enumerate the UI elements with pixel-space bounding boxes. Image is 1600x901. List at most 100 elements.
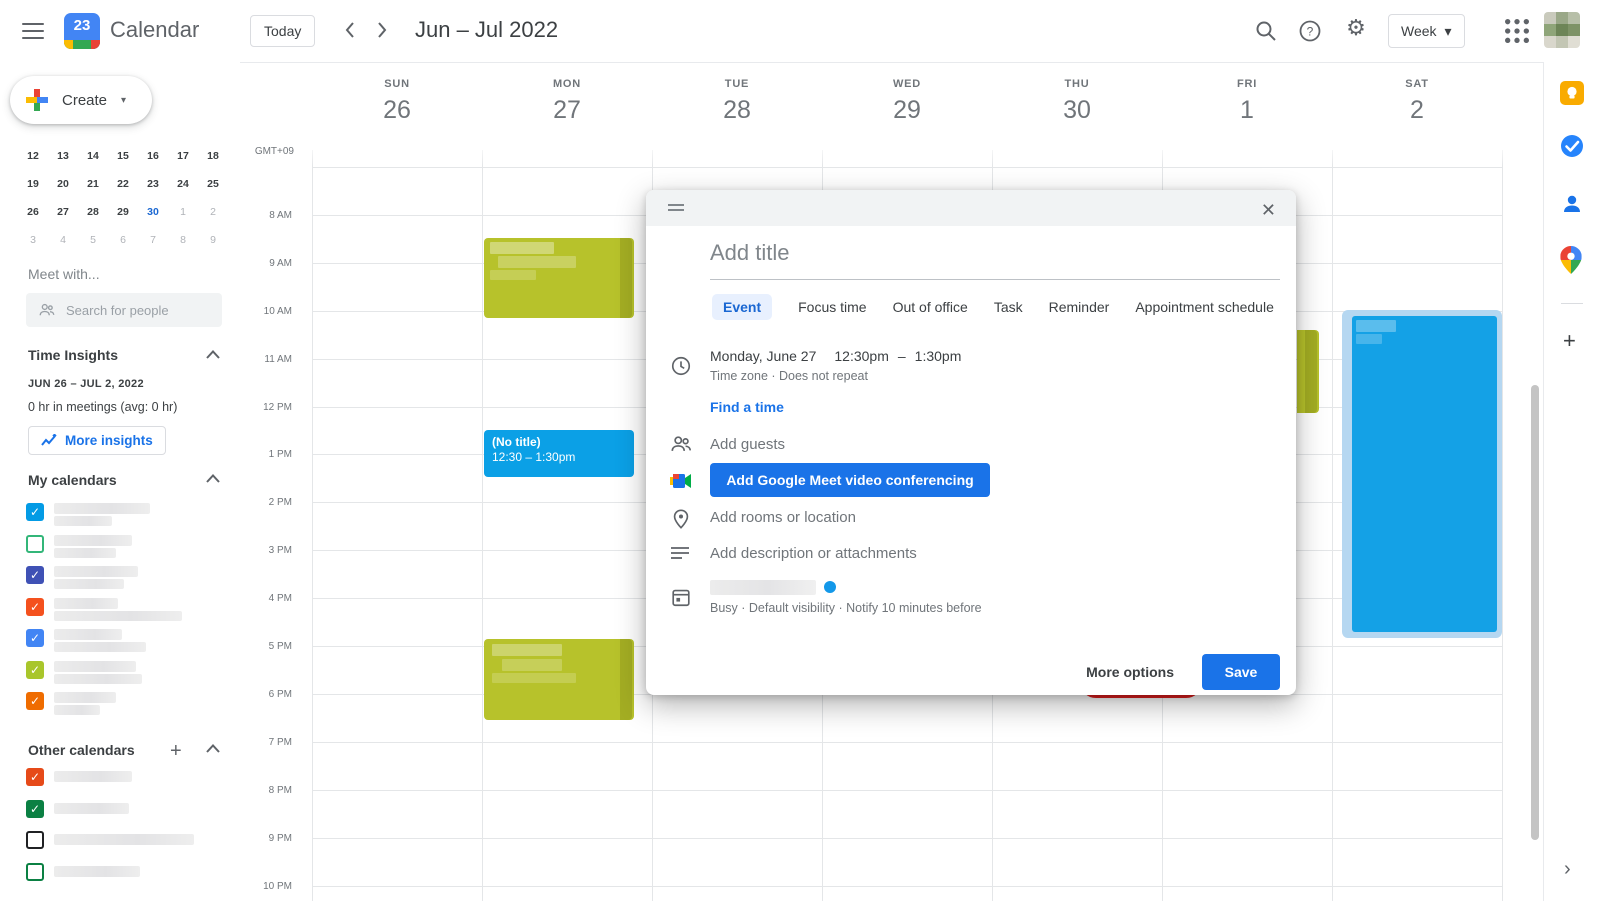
- drag-handle-icon[interactable]: [668, 204, 684, 214]
- more-insights-button[interactable]: More insights: [28, 426, 166, 455]
- mini-calendar-day[interactable]: 4: [48, 226, 78, 254]
- help-icon[interactable]: ?: [1298, 19, 1322, 43]
- calendar-list-item[interactable]: ✓: [26, 598, 226, 618]
- tab-focus-time[interactable]: Focus time: [798, 299, 866, 315]
- mini-calendar-day[interactable]: 5: [78, 226, 108, 254]
- day-number[interactable]: 30: [992, 96, 1162, 125]
- event-date[interactable]: Monday, June 27: [710, 348, 816, 364]
- next-week-icon[interactable]: [376, 20, 388, 40]
- mini-calendar-day[interactable]: 3: [18, 226, 48, 254]
- mini-calendar-day[interactable]: 7: [138, 226, 168, 254]
- mini-calendar-day[interactable]: 18: [198, 142, 228, 170]
- unchecked-checkbox[interactable]: [26, 863, 44, 881]
- mini-calendar-day[interactable]: 2: [198, 198, 228, 226]
- view-selector-button[interactable]: Week ▾: [1388, 14, 1465, 48]
- mini-calendar-day[interactable]: 1: [168, 198, 198, 226]
- day-number[interactable]: 29: [822, 96, 992, 125]
- mini-calendar-day[interactable]: 29: [108, 198, 138, 226]
- mini-calendar-day[interactable]: 17: [168, 142, 198, 170]
- add-guests-input[interactable]: Add guests: [710, 436, 785, 453]
- calendar-list-item[interactable]: ✓: [26, 566, 226, 586]
- checked-checkbox[interactable]: ✓: [26, 566, 44, 584]
- day-number[interactable]: 26: [312, 96, 482, 125]
- add-description-input[interactable]: Add description or attachments: [710, 545, 917, 562]
- day-number[interactable]: 27: [482, 96, 652, 125]
- calendar-list-item[interactable]: [26, 535, 226, 555]
- day-number[interactable]: 2: [1332, 96, 1502, 125]
- collapse-other-calendars-icon[interactable]: [206, 744, 220, 753]
- calendar-list-item[interactable]: [26, 863, 226, 883]
- mini-calendar-day[interactable]: 19: [18, 170, 48, 198]
- calendar-list-item[interactable]: ✓: [26, 800, 226, 820]
- settings-gear-icon[interactable]: ⚙: [1344, 16, 1368, 40]
- event-datetime-row[interactable]: Monday, June 27 12:30pm – 1:30pm: [710, 348, 961, 364]
- close-icon[interactable]: ✕: [1257, 196, 1280, 225]
- today-button[interactable]: Today: [250, 15, 315, 47]
- collapse-my-calendars-icon[interactable]: [206, 474, 220, 483]
- mini-calendar-day[interactable]: 27: [48, 198, 78, 226]
- day-number[interactable]: 1: [1162, 96, 1332, 125]
- mini-calendar-day[interactable]: 30: [138, 198, 168, 226]
- previous-week-icon[interactable]: [344, 20, 356, 40]
- mini-calendar-day[interactable]: 13: [48, 142, 78, 170]
- event-start-time[interactable]: 12:30pm: [834, 348, 888, 364]
- mini-calendar-day[interactable]: 28: [78, 198, 108, 226]
- google-keep-icon[interactable]: [1560, 81, 1584, 105]
- calendar-list-item[interactable]: ✓: [26, 661, 226, 681]
- tab-event[interactable]: Event: [712, 294, 772, 320]
- calendar-name-redacted[interactable]: [710, 580, 816, 595]
- main-menu-icon[interactable]: [22, 23, 44, 39]
- unchecked-checkbox[interactable]: [26, 535, 44, 553]
- add-other-calendar-icon[interactable]: +: [170, 740, 182, 763]
- event-saturday-selected[interactable]: [1342, 310, 1502, 638]
- tab-reminder[interactable]: Reminder: [1049, 299, 1110, 315]
- mini-calendar-day[interactable]: 9: [198, 226, 228, 254]
- unchecked-checkbox[interactable]: [26, 831, 44, 849]
- mini-calendar-day[interactable]: 20: [48, 170, 78, 198]
- checked-checkbox[interactable]: ✓: [26, 661, 44, 679]
- calendar-list-item[interactable]: ✓: [26, 503, 226, 523]
- google-contacts-icon[interactable]: [1560, 192, 1584, 216]
- event-monday-evening[interactable]: [484, 639, 634, 720]
- event-end-time[interactable]: 1:30pm: [915, 348, 962, 364]
- add-google-meet-button[interactable]: Add Google Meet video conferencing: [710, 463, 990, 497]
- google-apps-grid-icon[interactable]: [1505, 19, 1529, 43]
- event-monday-morning[interactable]: [484, 238, 634, 318]
- collapse-time-insights-icon[interactable]: [206, 350, 220, 359]
- mini-calendar-day[interactable]: 24: [168, 170, 198, 198]
- google-maps-icon[interactable]: [1560, 246, 1582, 274]
- tab-appointment-schedule[interactable]: Appointment schedule: [1135, 299, 1274, 315]
- add-rooms-location-input[interactable]: Add rooms or location: [710, 509, 856, 526]
- hide-side-panel-icon[interactable]: ›: [1564, 858, 1571, 881]
- checked-checkbox[interactable]: ✓: [26, 503, 44, 521]
- mini-calendar-day[interactable]: 6: [108, 226, 138, 254]
- event-friday-partial[interactable]: [1297, 330, 1319, 413]
- user-avatar[interactable]: [1544, 12, 1580, 48]
- calendar-list-item[interactable]: [26, 831, 226, 851]
- calendar-list-item[interactable]: ✓: [26, 629, 226, 649]
- dialog-drag-bar[interactable]: ✕: [646, 190, 1296, 226]
- find-a-time-link[interactable]: Find a time: [710, 399, 784, 415]
- mini-calendar-day[interactable]: 26: [18, 198, 48, 226]
- search-people-input[interactable]: Search for people: [26, 293, 222, 327]
- mini-calendar-day[interactable]: 12: [18, 142, 48, 170]
- checked-checkbox[interactable]: ✓: [26, 598, 44, 616]
- create-button[interactable]: Create ▾: [10, 76, 152, 124]
- mini-calendar-day[interactable]: 23: [138, 170, 168, 198]
- mini-calendar-day[interactable]: 15: [108, 142, 138, 170]
- day-number[interactable]: 28: [652, 96, 822, 125]
- tab-out-of-office[interactable]: Out of office: [893, 299, 968, 315]
- checked-checkbox[interactable]: ✓: [26, 629, 44, 647]
- mini-calendar-day[interactable]: 14: [78, 142, 108, 170]
- checked-checkbox[interactable]: ✓: [26, 768, 44, 786]
- checked-checkbox[interactable]: ✓: [26, 692, 44, 710]
- mini-calendar-day[interactable]: 16: [138, 142, 168, 170]
- tab-task[interactable]: Task: [994, 299, 1023, 315]
- calendar-list-item[interactable]: ✓: [26, 768, 226, 788]
- save-button[interactable]: Save: [1202, 654, 1280, 690]
- vertical-scrollbar[interactable]: [1531, 385, 1539, 840]
- mini-calendar-day[interactable]: 21: [78, 170, 108, 198]
- checked-checkbox[interactable]: ✓: [26, 800, 44, 818]
- event-title-input[interactable]: Add title: [710, 240, 790, 266]
- calendar-logo-icon[interactable]: 23: [64, 13, 100, 49]
